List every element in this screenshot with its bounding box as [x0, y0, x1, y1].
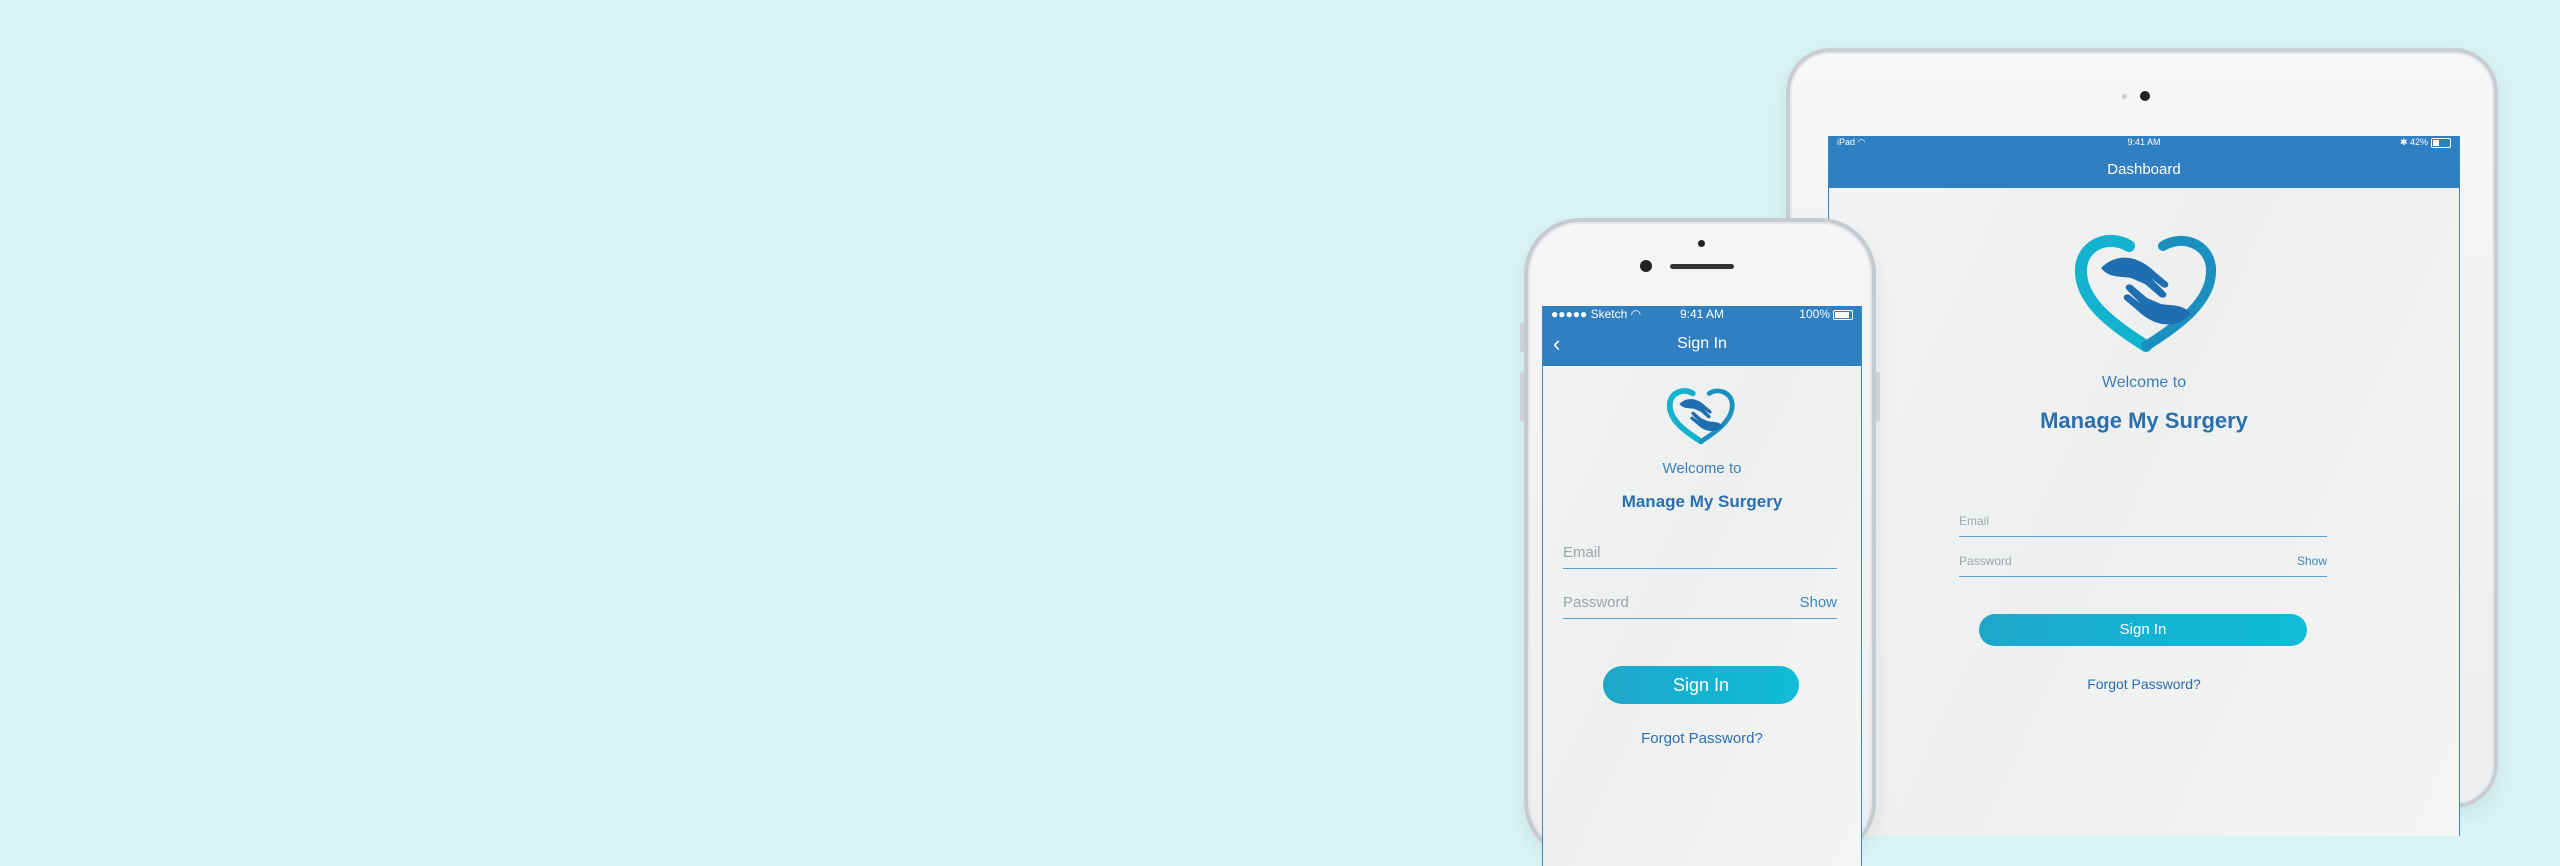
ipad-status-bar: iPad ◠ 9:41 AM ✱ 42% — [1829, 136, 2459, 152]
ipad-nav-title: Dashboard — [2107, 161, 2181, 178]
ipad-sign-in-button[interactable]: Sign In — [1979, 614, 2307, 646]
volume-down-button — [1520, 372, 1524, 422]
ipad-battery: ✱ 42% — [2400, 137, 2451, 148]
iphone-forgot-password-link[interactable]: Forgot Password? — [1543, 730, 1861, 747]
iphone-camera — [1640, 260, 1652, 272]
bluetooth-icon: ✱ — [2399, 137, 2410, 147]
iphone-nav-title: Sign In — [1677, 335, 1727, 352]
ipad-password-field[interactable]: Password Show — [1959, 554, 2327, 577]
heart-hands-logo — [1666, 388, 1735, 445]
iphone-email-placeholder: Email — [1563, 544, 1601, 561]
iphone-sign-in-button[interactable]: Sign In — [1603, 666, 1799, 704]
iphone-password-field[interactable]: Password Show — [1563, 594, 1837, 619]
battery-icon — [1833, 309, 1853, 320]
ipad-nav-bar: Dashboard — [1829, 152, 2459, 188]
battery-icon — [2431, 137, 2451, 148]
ipad-email-field[interactable]: Email — [1959, 514, 2327, 537]
iphone-brand-title: Manage My Surgery — [1621, 492, 1783, 511]
ipad-screen: iPad ◠ 9:41 AM ✱ 42% Dashboard Welcome t… — [1828, 136, 2460, 836]
iphone-battery: 100% — [1799, 307, 1853, 321]
ipad-email-placeholder: Email — [1959, 514, 1990, 528]
ipad-brand-title: Manage My Surgery — [2040, 408, 2248, 433]
ipad-camera — [2140, 91, 2150, 101]
volume-up-button — [1520, 322, 1524, 352]
ipad-device: iPad ◠ 9:41 AM ✱ 42% Dashboard Welcome t… — [1786, 48, 2498, 836]
ipad-sensor — [2122, 94, 2127, 99]
heart-hands-logo — [2074, 235, 2217, 352]
power-button — [1876, 372, 1880, 422]
iphone-email-field[interactable]: Email — [1563, 544, 1837, 569]
iphone-nav-bar: ‹ Sign In — [1543, 322, 1861, 366]
iphone-welcome-text: Welcome to — [1662, 460, 1742, 477]
ipad-password-placeholder: Password — [1959, 554, 2012, 568]
iphone-device: ●●●●● Sketch ◠ 9:41 AM 100% ‹ Sign In We… — [1520, 218, 1880, 866]
iphone-status-bar: ●●●●● Sketch ◠ 9:41 AM 100% — [1543, 306, 1861, 322]
ipad-show-password-button[interactable]: Show — [2297, 554, 2327, 568]
ipad-forgot-password-link[interactable]: Forgot Password? — [1829, 676, 2459, 692]
iphone-sensor — [1698, 240, 1705, 247]
iphone-speaker — [1670, 264, 1734, 269]
iphone-screen: ●●●●● Sketch ◠ 9:41 AM 100% ‹ Sign In We… — [1542, 306, 1862, 866]
iphone-password-placeholder: Password — [1563, 594, 1629, 611]
iphone-show-password-button[interactable]: Show — [1799, 594, 1837, 611]
ipad-time: 9:41 AM — [2127, 137, 2161, 147]
ipad-welcome-text: Welcome to — [2101, 374, 2187, 391]
back-chevron-icon[interactable]: ‹ — [1553, 322, 1560, 366]
